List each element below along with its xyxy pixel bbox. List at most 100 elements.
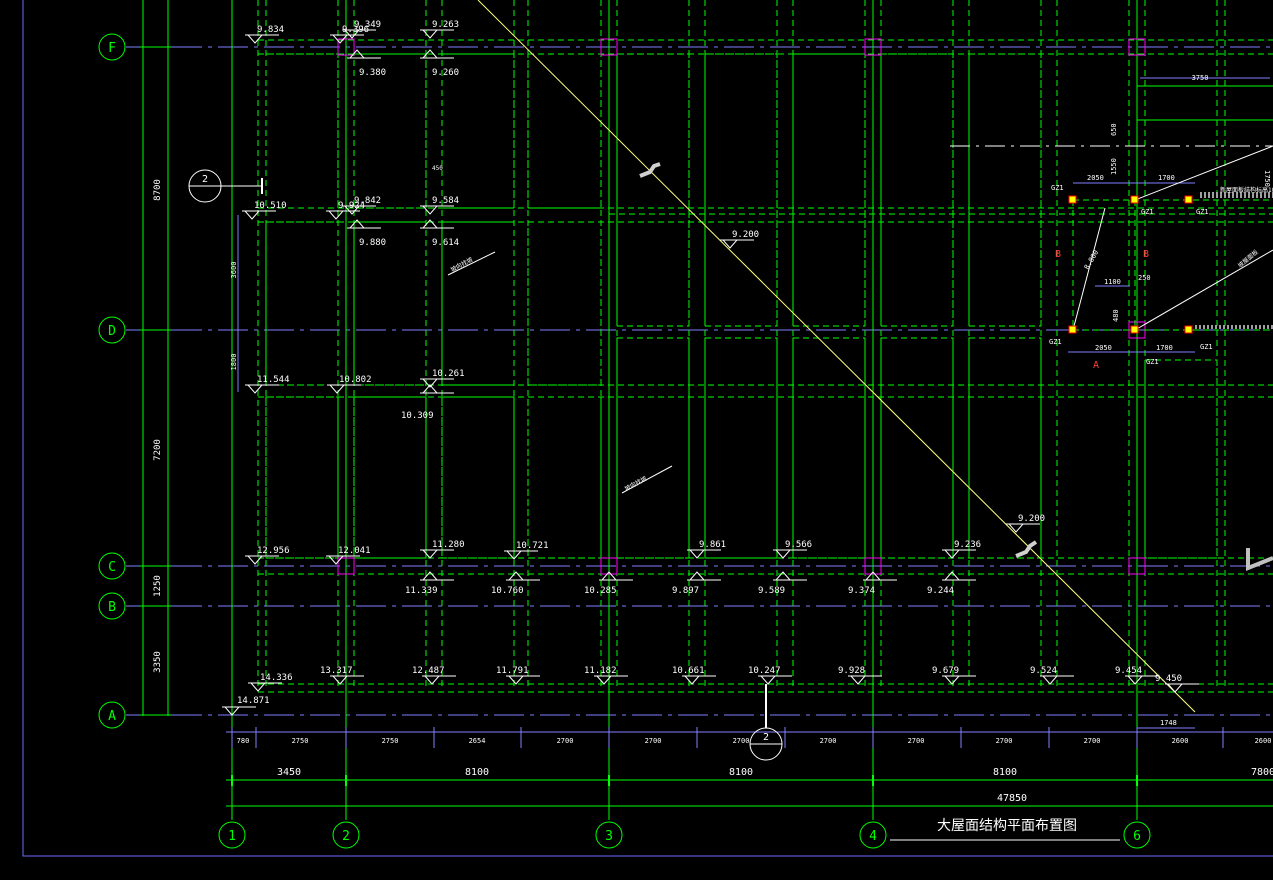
- elev-mark-row_a-7: [849, 675, 867, 685]
- elev-mark-row_d-3: [421, 384, 439, 394]
- row-label-B: B: [108, 600, 116, 615]
- elev-mark-row_a-10: [1126, 675, 1144, 685]
- elev-mark-row_a-1: [331, 675, 349, 685]
- bottom-mid-dim-3: 8100: [993, 767, 1017, 778]
- elev-mark-row_d-1: [328, 384, 346, 394]
- elev-mark-row_c_bottom-6: [943, 571, 961, 581]
- bottom-small-dim-3: 2654: [469, 737, 486, 745]
- slab-panel-15: [792, 337, 866, 559]
- section-mark-left-label: 2: [202, 174, 208, 185]
- elev-row_e-4: 9.880: [359, 238, 386, 248]
- slope-label: 8.800: [1083, 249, 1100, 271]
- elev-row_a-0: 14.336: [260, 673, 293, 683]
- elev-row_c_bottom-3: 9.897: [672, 586, 699, 596]
- bottom-mid-dim-4: 7800: [1251, 767, 1273, 778]
- elev-row_e-2: 9.842: [354, 196, 381, 206]
- slab-panel-4: [616, 53, 690, 327]
- slab-panel-21: [527, 396, 602, 559]
- elev-mark-row_c_bottom-0: [421, 571, 439, 581]
- detail-dim-650: 650: [1110, 123, 1118, 136]
- elev-row_f-4: 9.380: [359, 68, 386, 78]
- section-a: A: [1093, 360, 1099, 371]
- elev-row_a-7: 9.928: [838, 666, 865, 676]
- elev-row_c_bottom-1: 10.760: [491, 586, 524, 596]
- slab-panel-5: [704, 53, 778, 327]
- elev-mark-row_c_bottom-1: [507, 571, 525, 581]
- elev-row_c_bottom-2: 10.285: [584, 586, 617, 596]
- slab-panel-9: [265, 221, 339, 386]
- row-label-D: D: [108, 324, 116, 339]
- elev-row_c_bottom-6: 9.244: [927, 586, 954, 596]
- elev-row_f-3: 9.263: [432, 20, 459, 30]
- elev-row_c_top-3: 10.721: [516, 541, 549, 551]
- elev-row_a-2: 12.487: [412, 666, 445, 676]
- bottom-mid-dim-2: 8100: [729, 767, 753, 778]
- bottom-small-dim-10: 2700: [1084, 737, 1101, 745]
- elev-row_f-5: 9.260: [432, 68, 459, 78]
- left-dim-0: 8700: [153, 179, 163, 201]
- elev-row_c_bottom-5: 9.374: [848, 586, 875, 596]
- bottom-small-dim-1: 2750: [292, 737, 309, 745]
- elev-mark-diag-1: [1007, 523, 1025, 533]
- detail-dim-1750: 1750: [1263, 170, 1271, 187]
- elev-row_c_bottom-4: 9.589: [758, 586, 785, 596]
- elev-row_a-corner: 14.871: [237, 696, 270, 706]
- bottom-small-dim-0: 780: [237, 737, 250, 745]
- elev-row_e-3: 9.584: [432, 196, 459, 206]
- bottom-small-dim-5: 2700: [645, 737, 662, 745]
- bottom-total-dim: 47850: [997, 793, 1027, 804]
- detail-dim-2050-top: 2050: [1087, 174, 1104, 182]
- elev-mark-row_c_top-2: [421, 549, 439, 559]
- elev-mark-row_e-5: [421, 219, 439, 229]
- elev-row_d-0: 11.544: [257, 375, 290, 385]
- elev-row_c_top-6: 9.236: [954, 540, 981, 550]
- elev-mark-row_c_top-4: [688, 549, 706, 559]
- bottom-small-dim-4: 2700: [557, 737, 574, 745]
- detail-dim-3750: 3750: [1192, 74, 1209, 82]
- bottom-small-dim-7: 2700: [820, 737, 837, 745]
- gz1-tag-4: GZ1: [1049, 338, 1062, 346]
- elev-diag-1: 9.200: [1018, 514, 1045, 524]
- elev-mark-row_d-0: [246, 384, 264, 394]
- slab-panel-14: [704, 337, 778, 559]
- elev-mark-row_a-6: [759, 675, 777, 685]
- col-label-2: 2: [342, 829, 350, 844]
- left-small-dim-1: 1800: [230, 354, 238, 371]
- elev-mark-row_a-8: [943, 675, 961, 685]
- detail-dim-480: 480: [1112, 309, 1120, 322]
- section-mark-bottom-label: 2: [763, 732, 769, 743]
- detail-dim-1700-bottom: 1700: [1156, 344, 1173, 352]
- elev-row_c_top-2: 11.280: [432, 540, 465, 550]
- elev-row_a-8: 9.679: [932, 666, 959, 676]
- elev-mark-row_a-5: [683, 675, 701, 685]
- elev-diag-0: 9.200: [732, 230, 759, 240]
- slab-panel-20: [441, 396, 515, 559]
- elev-row_a-4: 11.182: [584, 666, 617, 676]
- section-b-left: B: [1055, 249, 1061, 260]
- elev-mark-row_f-0: [246, 34, 264, 44]
- row-label-C: C: [108, 560, 116, 575]
- elev-mark-row_a-2: [423, 675, 441, 685]
- detail-dim-250: 250: [1138, 274, 1151, 282]
- bottom-small-dim-6: 2700: [733, 737, 750, 745]
- left-dim-2: 1250: [153, 575, 163, 597]
- bottom-small-dim-12: 2600: [1255, 737, 1272, 745]
- elev-row_c_top-1: 12.041: [338, 546, 371, 556]
- gz1-tag-5: GZ1: [1146, 358, 1159, 366]
- elev-row_f-0: 9.834: [257, 25, 284, 35]
- elev-row_a-3: 11.791: [496, 666, 529, 676]
- elev-row_c_top-4: 9.861: [699, 540, 726, 550]
- slab-panel-22: [1144, 359, 1218, 559]
- elev-row_a-1: 13.317: [320, 666, 353, 676]
- roof-note-right: 新屋面板结构标高10.100: [1220, 186, 1273, 194]
- slab-panel-13: [616, 337, 690, 559]
- slope-note-2: 坡向找坡: [623, 474, 648, 492]
- slope-note-1: 坡向找坡: [449, 255, 474, 273]
- col-label-4: 4: [869, 829, 877, 844]
- drawing-title-block: 大屋面结构平面布置图: [890, 818, 1120, 841]
- row-label-F: F: [108, 41, 116, 56]
- slab-panel-16: [880, 337, 954, 559]
- elev-row_d-1: 10.802: [339, 375, 372, 385]
- column-markers: [337, 38, 1146, 575]
- slope-arrow-note: 坡屋面板: [1236, 248, 1260, 270]
